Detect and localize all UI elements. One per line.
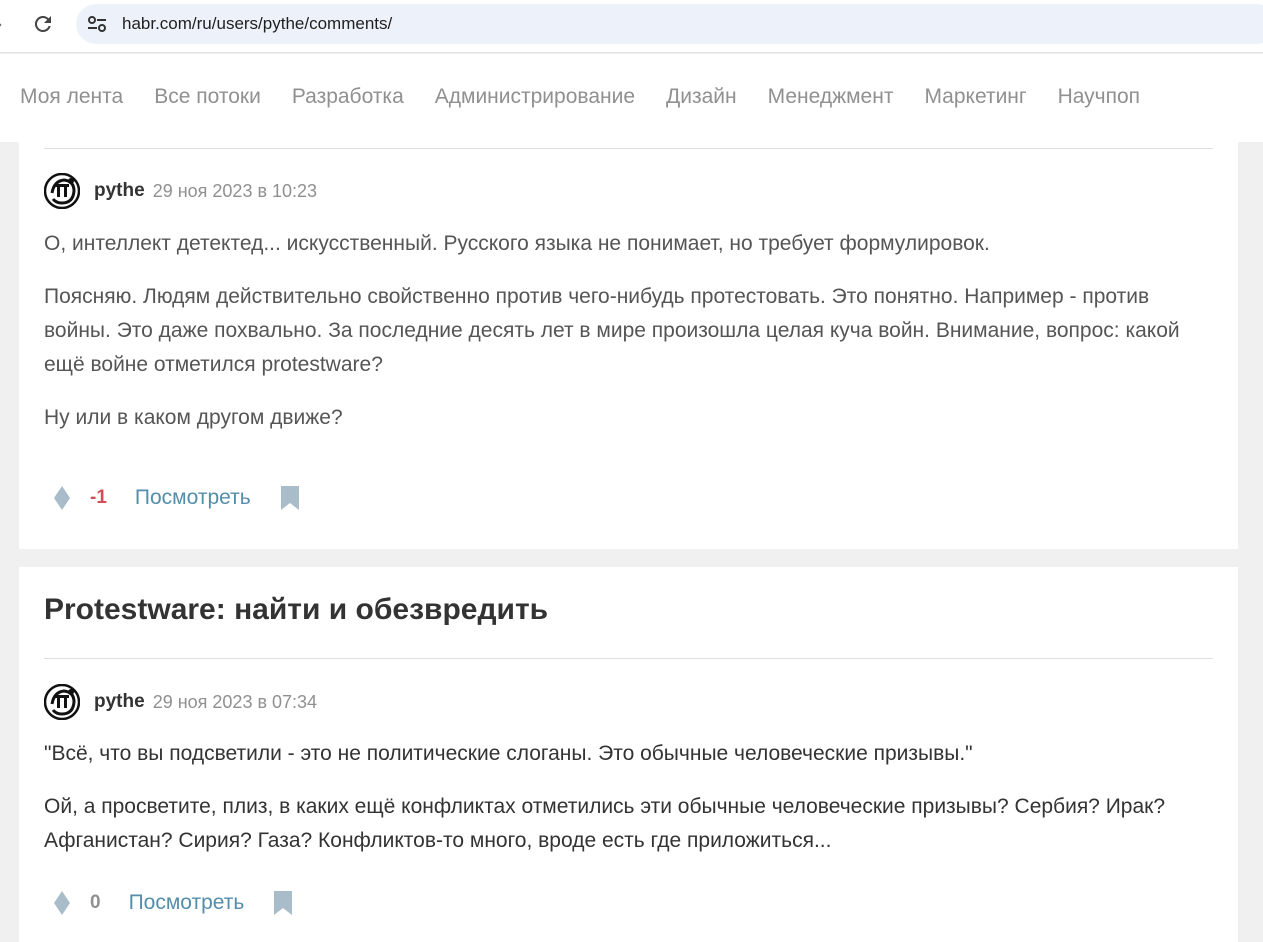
forward-arrow-icon[interactable]: ›: [0, 14, 10, 34]
nav-item-my-feed[interactable]: Моя лента: [20, 85, 123, 109]
divider: [44, 658, 1213, 659]
url-text: habr.com/ru/users/pythe/comments/: [122, 14, 393, 33]
bookmark-icon[interactable]: [279, 485, 301, 511]
comment-time[interactable]: 29 ноя 2023 в 07:34: [153, 692, 317, 713]
comment-actions: -1 Посмотреть: [44, 481, 301, 515]
view-link[interactable]: Посмотреть: [135, 486, 251, 510]
nav-item-design[interactable]: Дизайн: [666, 85, 737, 109]
comment-time[interactable]: 29 ноя 2023 в 10:23: [153, 181, 317, 202]
avatar[interactable]: [44, 684, 80, 720]
vote-icon[interactable]: [44, 890, 80, 916]
comment-score: 0: [90, 892, 101, 913]
author-name[interactable]: pythe: [94, 180, 145, 202]
nav-item-marketing[interactable]: Маркетинг: [924, 85, 1026, 109]
bookmark-icon[interactable]: [272, 890, 294, 916]
reload-icon[interactable]: [31, 12, 55, 36]
comment-paragraph: "Всё, что вы подсветили - это не политич…: [44, 742, 973, 765]
post-title[interactable]: Protestware: найти и обезвредить: [44, 593, 548, 627]
view-link[interactable]: Посмотреть: [129, 891, 245, 915]
comment-paragraph: Ой, а просветите, плиз, в каких ещё конф…: [44, 795, 1166, 852]
nav-item-popsci[interactable]: Научпоп: [1058, 85, 1140, 109]
site-settings-icon[interactable]: [86, 14, 108, 34]
comment-header: pythe 29 ноя 2023 в 10:23: [44, 172, 317, 210]
comment-paragraph: Поясняю. Людям действительно свойственно…: [44, 285, 1180, 376]
nav-item-development[interactable]: Разработка: [292, 85, 404, 109]
comment-header: pythe 29 ноя 2023 в 07:34: [44, 683, 317, 721]
comment-paragraph: О, интеллект детектед... искусственный. …: [44, 232, 990, 255]
comment-card: Protestware: найти и обезвредить pythe 2…: [19, 567, 1238, 942]
divider: [44, 148, 1213, 149]
browser-toolbar: › habr.com/ru/users/pythe/comments/: [0, 0, 1263, 53]
hubs-nav: Моя лента Все потоки Разработка Админист…: [0, 54, 1263, 142]
comment-card: pythe 29 ноя 2023 в 10:23 О, интеллект д…: [19, 142, 1238, 549]
vote-icon[interactable]: [44, 485, 80, 511]
nav-item-all-flows[interactable]: Все потоки: [154, 85, 261, 109]
author-name[interactable]: pythe: [94, 691, 145, 713]
avatar[interactable]: [44, 173, 80, 209]
comment-actions: 0 Посмотреть: [44, 886, 294, 920]
comment-body: О, интеллект детектед... искусственный. …: [44, 227, 1209, 454]
address-bar[interactable]: habr.com/ru/users/pythe/comments/: [76, 4, 1263, 44]
comment-score: -1: [90, 487, 107, 508]
nav-item-management[interactable]: Менеджмент: [768, 85, 894, 109]
comment-paragraph: Ну или в каком другом движе?: [44, 406, 343, 429]
nav-item-administration[interactable]: Администрирование: [435, 85, 635, 109]
comment-body: "Всё, что вы подсветили - это не политич…: [44, 737, 1209, 877]
